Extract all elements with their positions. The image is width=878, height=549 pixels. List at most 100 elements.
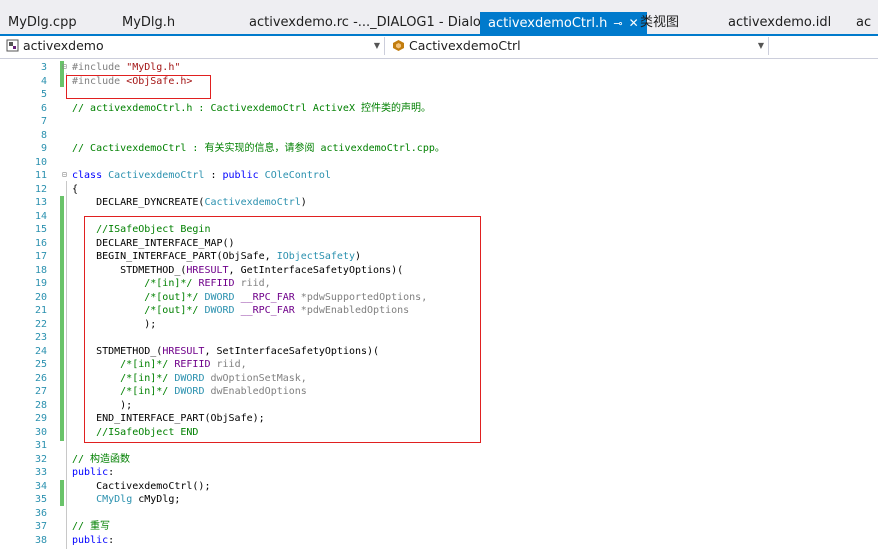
- class-icon: [393, 40, 404, 51]
- line-number: 32: [34, 453, 47, 465]
- line-number: 34: [34, 480, 47, 492]
- code-token: CactivexdemoCtrl: [108, 170, 205, 181]
- code-text: // 重写: [72, 520, 110, 534]
- line-number: 17: [34, 251, 47, 262]
- project-icon: [6, 39, 19, 52]
- code-editor[interactable]: ⊟ ⊟ 3 #include "MyDlg.h" 4 #include <ObjSaf…: [0, 59, 878, 549]
- code-token: #include: [72, 62, 127, 73]
- code-line[interactable]: 7: [0, 115, 878, 129]
- code-line[interactable]: 9 // CactivexdemoCtrl : 有关实现的信息，请参阅 activ…: [0, 142, 878, 156]
- code-text: CMyDlg cMyDlg;: [72, 493, 180, 507]
- code-line[interactable]: 36: [0, 507, 878, 521]
- code-text: CactivexdemoCtrl();: [72, 480, 210, 494]
- chevron-down-icon[interactable]: ▼: [758, 37, 764, 55]
- code-token: DECLARE_DYNCREATE(: [72, 197, 205, 208]
- line-number: 28: [34, 399, 47, 411]
- line-number: 26: [34, 372, 47, 384]
- line-number: 9: [40, 143, 47, 154]
- line-number: 13: [34, 197, 47, 208]
- code-token: {: [72, 183, 79, 195]
- code-line[interactable]: 34 CactivexdemoCtrl();: [0, 480, 878, 494]
- line-number: 23: [34, 332, 47, 343]
- line-number: 10: [34, 156, 47, 168]
- line-number: 36: [34, 507, 47, 519]
- tab-activexdemo-idl[interactable]: activexdemo.idl: [728, 12, 831, 34]
- tab-mydlg-cpp[interactable]: MyDlg.cpp: [8, 12, 77, 34]
- code-text: // CactivexdemoCtrl : 有关实现的信息，请参阅 active…: [72, 142, 445, 156]
- line-number: 5: [40, 89, 47, 100]
- code-text: // 构造函数: [72, 453, 130, 467]
- line-number: 7: [40, 116, 47, 127]
- code-line[interactable]: 12 {: [0, 183, 878, 197]
- line-number: 30: [34, 426, 47, 438]
- line-number: 16: [34, 237, 47, 249]
- highlight-box-include: [66, 75, 211, 99]
- line-number: 21: [34, 305, 47, 316]
- tab-label: activexdemoCtrl.h: [488, 16, 608, 31]
- code-token: CactivexdemoCtrl: [204, 197, 301, 208]
- code-line[interactable]: 8: [0, 129, 878, 143]
- line-number: 27: [34, 386, 47, 397]
- code-token: public: [72, 467, 109, 478]
- line-number: 14: [34, 210, 47, 222]
- code-token: :: [204, 170, 223, 181]
- highlight-box-isafeobject: [84, 216, 481, 443]
- tab-class-view[interactable]: 类视图: [640, 12, 679, 34]
- line-number: 37: [34, 521, 47, 532]
- code-text: public:: [72, 466, 114, 480]
- code-line[interactable]: 33 public:: [0, 466, 878, 480]
- line-number: 3: [40, 62, 47, 73]
- line-number: 29: [34, 413, 47, 424]
- code-text: #include "MyDlg.h": [72, 61, 180, 75]
- line-number: 25: [34, 359, 47, 370]
- class-name: CactivexdemoCtrl: [409, 38, 521, 53]
- code-token: class: [72, 170, 109, 181]
- code-line[interactable]: 10: [0, 156, 878, 170]
- code-line[interactable]: 38 public:: [0, 534, 878, 548]
- code-text: class CactivexdemoCtrl : public COleCont…: [72, 169, 331, 183]
- line-number: 12: [34, 183, 47, 195]
- class-dropdown[interactable]: CactivexdemoCtrl ▼: [386, 37, 769, 55]
- code-line[interactable]: 37 // 重写: [0, 520, 878, 534]
- code-token: // 构造函数: [72, 453, 131, 465]
- navigation-bar: activexdemo ▼ CactivexdemoCtrl ▼: [0, 36, 878, 59]
- tab-overflow[interactable]: ac: [856, 12, 871, 34]
- project-dropdown[interactable]: activexdemo ▼: [0, 37, 385, 55]
- close-icon[interactable]: ✕: [629, 16, 639, 30]
- tab-activexdemoctrl-h[interactable]: activexdemoCtrl.h ⊸ ✕: [480, 12, 647, 34]
- line-number: 22: [34, 318, 47, 330]
- tab-mydlg-h[interactable]: MyDlg.h: [122, 12, 175, 34]
- code-token: COleControl: [264, 170, 331, 181]
- chevron-down-icon[interactable]: ▼: [374, 37, 380, 55]
- code-token: // activexdemoCtrl.h : CactivexdemoCtrl …: [72, 102, 431, 114]
- code-text: DECLARE_DYNCREATE(CactivexdemoCtrl): [72, 196, 307, 210]
- code-token: :: [108, 467, 115, 478]
- code-token: CactivexdemoCtrl();: [72, 480, 211, 492]
- code-token: ): [300, 197, 307, 208]
- tab-activexdemo-rc[interactable]: activexdemo.rc -..._DIALOG1 - Dialog: [249, 12, 489, 34]
- line-number: 11: [34, 170, 47, 181]
- code-line[interactable]: 35 CMyDlg cMyDlg;: [0, 493, 878, 507]
- code-line[interactable]: 32 // 构造函数: [0, 453, 878, 467]
- code-token: // 重写: [72, 521, 111, 532]
- pin-icon[interactable]: ⊸: [613, 17, 622, 30]
- code-line[interactable]: 3 #include "MyDlg.h": [0, 61, 878, 75]
- code-token: CMyDlg: [96, 494, 133, 505]
- document-tab-bar: MyDlg.cpp MyDlg.h activexdemo.rc -..._DI…: [0, 0, 878, 36]
- code-line[interactable]: 13 DECLARE_DYNCREATE(CactivexdemoCtrl): [0, 196, 878, 210]
- line-number: 33: [34, 467, 47, 478]
- code-text: public:: [72, 534, 114, 548]
- code-text: {: [72, 183, 78, 197]
- line-number: 38: [34, 534, 47, 546]
- line-number: 18: [34, 264, 47, 276]
- code-token: cMyDlg;: [132, 494, 181, 505]
- code-line[interactable]: 6 // activexdemoCtrl.h : CactivexdemoCtrl…: [0, 102, 878, 116]
- line-number: 20: [34, 291, 47, 303]
- code-token: public: [222, 170, 265, 181]
- code-text: // activexdemoCtrl.h : CactivexdemoCtrl …: [72, 102, 431, 116]
- line-number: 8: [40, 129, 47, 141]
- line-number: 24: [34, 345, 47, 357]
- code-line[interactable]: 11 class CactivexdemoCtrl : public COleCo…: [0, 169, 878, 183]
- line-number: 15: [34, 224, 47, 235]
